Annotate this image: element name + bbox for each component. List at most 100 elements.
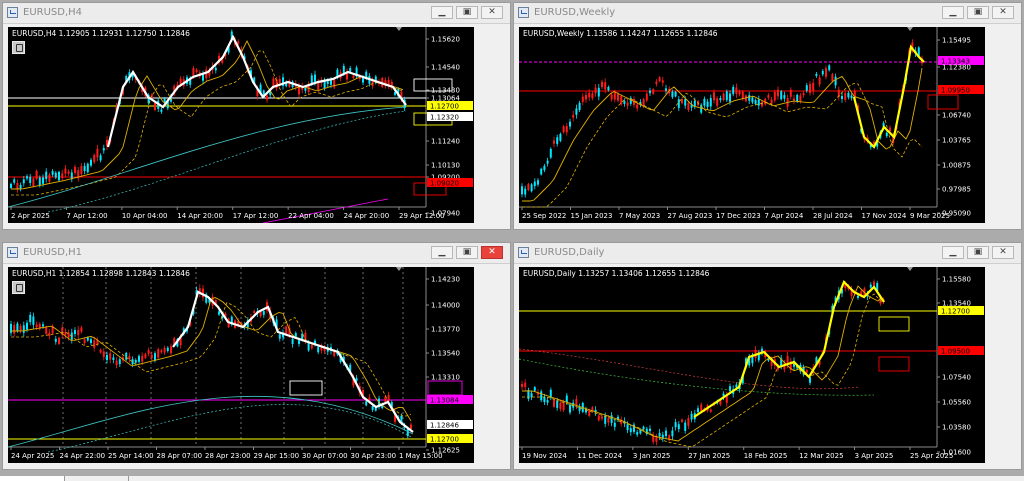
minimize-button[interactable]: ▁ [431, 246, 453, 259]
minimize-button[interactable]: ▁ [942, 246, 964, 259]
restore-button[interactable]: ▣ [967, 6, 989, 19]
candle-body [99, 155, 102, 161]
chart-window-icon [518, 7, 529, 18]
candle-body [527, 183, 530, 191]
close-button[interactable]: ✕ [992, 6, 1014, 19]
candle-body [610, 415, 613, 423]
candle-body [150, 354, 153, 359]
candle-body [543, 165, 546, 171]
candle-body [729, 386, 731, 392]
chart-shift-marker[interactable] [396, 267, 402, 271]
candle-body [706, 101, 709, 107]
candle-body [722, 93, 725, 101]
close-button[interactable]: ✕ [481, 6, 503, 19]
rectangle-object[interactable] [289, 380, 323, 396]
chart-window-h1[interactable]: EURUSD,H1 ▁ ▣ ✕ 1.14230 1.14000 1.13770 1.1… [2, 242, 511, 470]
chart-shift-marker[interactable] [396, 27, 402, 31]
time-axis-label: 24 Apr 22:00 [60, 452, 106, 460]
candle-body [601, 416, 603, 419]
price-axis-label: 1.09020 [430, 180, 459, 188]
expert-advisor-icon[interactable] [12, 41, 25, 54]
candle-body [857, 295, 859, 298]
candle-body [90, 339, 92, 344]
candle-body [703, 98, 706, 106]
candle-body [530, 184, 533, 192]
candle-body [67, 171, 70, 174]
chart-window-h4[interactable]: EURUSD,H4 ▁ ▣ ✕ 1.15620 1.14540 1.13430 1.1… [2, 2, 511, 230]
candle-body [524, 382, 527, 388]
candle-body [613, 422, 616, 427]
restore-button[interactable]: ▣ [967, 246, 989, 259]
candle-body [825, 68, 827, 77]
moving-average-line [522, 285, 883, 442]
moving-average-line [522, 293, 883, 448]
rectangle-object[interactable] [927, 94, 959, 110]
time-axis-label: 17 Nov 2024 [862, 212, 907, 220]
rectangle-object[interactable] [427, 380, 463, 396]
candle-body [160, 109, 163, 112]
candle-body [102, 351, 105, 358]
candle-body [42, 177, 44, 184]
window-titlebar[interactable]: EURUSD,H4 ▁ ▣ ✕ [3, 3, 510, 24]
window-titlebar[interactable]: EURUSD,Weekly ▁ ▣ ✕ [514, 3, 1021, 24]
minimize-button[interactable]: ▁ [431, 6, 453, 19]
time-axis-label: 27 Aug 2023 [668, 212, 713, 220]
candle-body [214, 67, 217, 71]
candle-body [317, 346, 320, 353]
time-axis-label: 7 Apr 2024 [765, 212, 804, 220]
candle-body [278, 334, 281, 339]
time-axis-label: 24 Apr 20:00 [344, 212, 390, 220]
candle-body [16, 182, 19, 190]
price-chart[interactable]: 1.15620 1.14540 1.13430 1.13064 1.12700 1.123… [8, 27, 474, 223]
chart-window-icon [518, 247, 529, 258]
candle-body [35, 170, 38, 179]
rectangle-object[interactable] [878, 316, 910, 332]
price-axis-label: 1.09950 [941, 87, 970, 95]
chart-shift-marker[interactable] [907, 267, 913, 271]
candle-body [115, 360, 118, 366]
close-button[interactable]: ✕ [992, 246, 1014, 259]
window-titlebar[interactable]: EURUSD,Daily ▁ ▣ ✕ [514, 243, 1021, 264]
chart-window-daily[interactable]: EURUSD,Daily ▁ ▣ ✕ 1.15580 1.13540 1.12700… [513, 242, 1022, 470]
candle-body [687, 102, 690, 110]
price-chart[interactable]: 1.14230 1.14000 1.13770 1.13540 1.13310 1.130… [8, 267, 474, 463]
restore-button[interactable]: ▣ [456, 246, 478, 259]
candle-body [652, 89, 655, 94]
candle-body [693, 100, 696, 107]
candle-body [278, 78, 281, 84]
candle-body [658, 432, 661, 437]
candle-body [521, 186, 523, 195]
restore-button[interactable]: ▣ [456, 6, 478, 19]
candle-body [889, 127, 891, 132]
time-axis-label: 24 Apr 2025 [11, 452, 54, 460]
candle-body [735, 87, 738, 94]
candle-body [869, 284, 872, 288]
candle-body [195, 69, 198, 73]
chart-shift-marker[interactable] [907, 27, 913, 31]
price-chart[interactable]: 1.15495 1.13343 1.12380 1.09950 1.06740 1.037… [519, 27, 985, 223]
window-title: EURUSD,Weekly [534, 7, 616, 18]
candle-body [112, 357, 115, 361]
candle-body [581, 96, 584, 102]
tab-strip[interactable] [0, 476, 65, 481]
candle-body [569, 121, 571, 127]
candle-body [834, 76, 837, 86]
candle-body [10, 183, 12, 188]
minimize-button[interactable]: ▁ [942, 6, 964, 19]
expert-advisor-icon[interactable] [12, 281, 25, 294]
candle-body [262, 311, 265, 315]
candle-body [272, 78, 275, 87]
close-button[interactable]: ✕ [481, 246, 503, 259]
candle-body [729, 93, 731, 102]
chart-window-weekly[interactable]: EURUSD,Weekly ▁ ▣ ✕ 1.15495 1.13343 1.1238… [513, 2, 1022, 230]
tab-strip[interactable] [64, 476, 129, 481]
candle-body [684, 99, 687, 106]
candle-body [157, 349, 160, 358]
window-titlebar[interactable]: EURUSD,H1 ▁ ▣ ✕ [3, 243, 510, 264]
candle-body [629, 428, 632, 433]
price-chart[interactable]: 1.15580 1.13540 1.12700 1.09500 1.07540 1.055… [519, 267, 985, 463]
candle-body [578, 406, 581, 411]
rectangle-object[interactable] [878, 356, 910, 372]
candle-body [562, 126, 565, 133]
candle-body [636, 104, 639, 109]
